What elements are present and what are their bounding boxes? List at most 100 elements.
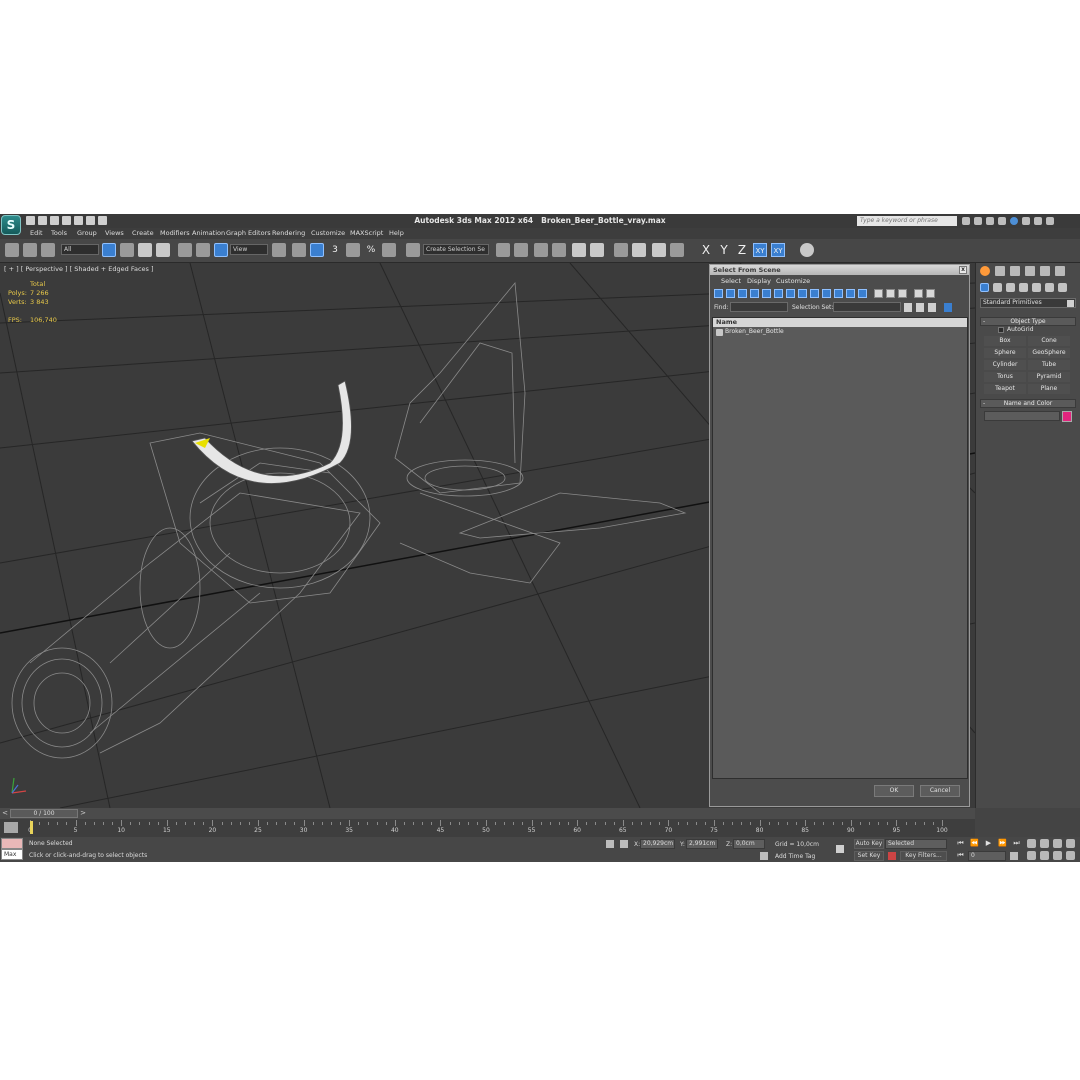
menu-customize[interactable]: Customize xyxy=(311,229,345,237)
selection-filter-dropdown[interactable]: All xyxy=(61,244,99,255)
axis-z-button[interactable]: Z xyxy=(735,243,749,257)
schematic-view-icon[interactable] xyxy=(590,243,604,257)
list-item[interactable]: Broken_Beer_Bottle xyxy=(713,327,967,337)
align-icon[interactable] xyxy=(514,243,528,257)
close-icon[interactable] xyxy=(1046,217,1054,225)
previous-frame-icon[interactable]: < xyxy=(1,809,9,818)
go-to-start-icon[interactable]: ⏮ xyxy=(956,839,965,848)
minimize-icon[interactable] xyxy=(1022,217,1030,225)
use-pivot-center-icon[interactable] xyxy=(272,243,286,257)
cylinder-button[interactable]: Cylinder xyxy=(984,360,1026,370)
axis-y-button[interactable]: Y xyxy=(717,243,731,257)
time-slider[interactable]: < 0 / 100 > xyxy=(0,808,975,819)
render-production-icon[interactable] xyxy=(670,243,684,257)
filter-frozen-icon[interactable] xyxy=(834,289,843,298)
next-key-icon[interactable]: ⏩ xyxy=(998,839,1007,848)
filter-all-icon[interactable] xyxy=(858,289,867,298)
create-tab-icon[interactable] xyxy=(980,266,990,276)
snaps-toggle-label[interactable]: 3 xyxy=(328,243,342,257)
object-name-input[interactable] xyxy=(984,411,1060,421)
menu-rendering[interactable]: Rendering xyxy=(272,229,305,237)
selection-set-edit-icon[interactable] xyxy=(904,303,912,312)
add-time-tag[interactable]: Add Time Tag xyxy=(775,853,815,860)
menu-views[interactable]: Views xyxy=(105,229,124,237)
axis-xy-cycle-button[interactable]: XY xyxy=(771,243,785,257)
orbit-icon[interactable] xyxy=(1053,851,1062,860)
select-by-name-icon[interactable] xyxy=(120,243,134,257)
tube-button[interactable]: Tube xyxy=(1028,360,1070,370)
subscription-icon[interactable] xyxy=(974,217,982,225)
helpers-icon[interactable] xyxy=(1032,283,1041,292)
play-icon[interactable]: ▶ xyxy=(984,839,993,848)
time-configuration-icon[interactable] xyxy=(1010,852,1018,860)
mirror-icon[interactable] xyxy=(496,243,510,257)
graphite-modeling-icon[interactable] xyxy=(552,243,566,257)
menu-animation[interactable]: Animation xyxy=(192,229,225,237)
percent-snap-label[interactable]: % xyxy=(364,243,378,257)
box-button[interactable]: Box xyxy=(984,336,1026,346)
dialog-menu-customize[interactable]: Customize xyxy=(776,277,810,285)
application-button-icon[interactable]: S xyxy=(1,215,21,235)
communication-icon[interactable] xyxy=(986,217,994,225)
autogrid-checkbox[interactable]: AutoGrid xyxy=(998,326,1034,333)
select-all-icon[interactable] xyxy=(874,289,883,298)
bind-space-warp-icon[interactable] xyxy=(41,243,55,257)
torus-button[interactable]: Torus xyxy=(984,372,1026,382)
rectangular-selection-icon[interactable] xyxy=(138,243,152,257)
help-icon[interactable] xyxy=(1010,217,1018,225)
maximize-icon[interactable] xyxy=(1034,217,1042,225)
menu-tools[interactable]: Tools xyxy=(51,229,67,237)
selected-shard[interactable] xyxy=(191,380,352,484)
binoculars-icon[interactable] xyxy=(962,217,970,225)
select-and-move-icon[interactable] xyxy=(178,243,192,257)
edit-named-selection-icon[interactable] xyxy=(406,243,420,257)
name-column-header[interactable]: Name xyxy=(713,318,967,327)
dialog-close-icon[interactable]: x xyxy=(959,266,967,274)
search-input[interactable]: Type a keyword or phrase xyxy=(857,216,957,226)
zoom-extents-all-icon[interactable] xyxy=(1066,839,1075,848)
zoom-all-icon[interactable] xyxy=(1040,839,1049,848)
key-mode-icon[interactable]: ⏮ xyxy=(956,851,965,860)
filter-helpers-icon[interactable] xyxy=(762,289,771,298)
object-color-swatch[interactable] xyxy=(1062,411,1072,422)
selection-set-remove-icon[interactable] xyxy=(928,303,936,312)
named-selection-dropdown[interactable]: Create Selection Se xyxy=(423,244,489,255)
select-and-rotate-icon[interactable] xyxy=(196,243,210,257)
track-bar[interactable]: 0510152025303540455055606570758085909510… xyxy=(0,819,975,837)
select-object-icon[interactable] xyxy=(102,243,116,257)
cone-button[interactable]: Cone xyxy=(1028,336,1070,346)
select-and-manipulate-icon[interactable] xyxy=(292,243,306,257)
systems-icon[interactable] xyxy=(1058,283,1067,292)
object-type-rollout[interactable]: - Object Type xyxy=(980,317,1076,326)
scene-object-list[interactable]: Name Broken_Beer_Bottle xyxy=(712,317,968,779)
curve-editor-icon[interactable] xyxy=(572,243,586,257)
menu-group[interactable]: Group xyxy=(77,229,97,237)
menu-help[interactable]: Help xyxy=(389,229,404,237)
maximize-viewport-icon[interactable] xyxy=(1066,851,1075,860)
display-tab-icon[interactable] xyxy=(1040,266,1050,276)
auto-key-button[interactable]: Auto Key xyxy=(854,839,884,849)
find-input[interactable] xyxy=(730,302,788,312)
dialog-title-bar[interactable]: Select From Scene x xyxy=(710,265,969,275)
pyramid-button[interactable]: Pyramid xyxy=(1028,372,1070,382)
sync-selection-icon[interactable] xyxy=(944,303,952,312)
filter-shapes-icon[interactable] xyxy=(726,289,735,298)
y-coord-field[interactable]: 2,991cm xyxy=(686,839,718,849)
current-frame-field[interactable]: 0 xyxy=(968,851,1006,861)
viewport-label-menu[interactable]: [ + ] [ Perspective ] [ Shaded + Edged F… xyxy=(4,265,154,273)
filter-geometry-icon[interactable] xyxy=(714,289,723,298)
dialog-menu-select[interactable]: Select xyxy=(721,277,741,285)
key-filters-button[interactable]: Key Filters... xyxy=(900,851,947,861)
filter-groups-icon[interactable] xyxy=(786,289,795,298)
vray-icon[interactable] xyxy=(800,243,814,257)
ok-button[interactable]: OK xyxy=(874,785,914,797)
key-icon[interactable] xyxy=(836,845,844,853)
selection-set-dropdown[interactable] xyxy=(833,302,901,312)
filter-spacewarps-icon[interactable] xyxy=(774,289,783,298)
cameras-icon[interactable] xyxy=(1019,283,1028,292)
favorites-star-icon[interactable] xyxy=(998,217,1006,225)
motion-tab-icon[interactable] xyxy=(1025,266,1035,276)
filter-cameras-icon[interactable] xyxy=(750,289,759,298)
modify-tab-icon[interactable] xyxy=(995,266,1005,276)
key-mode-toggle-icon[interactable] xyxy=(888,852,896,860)
